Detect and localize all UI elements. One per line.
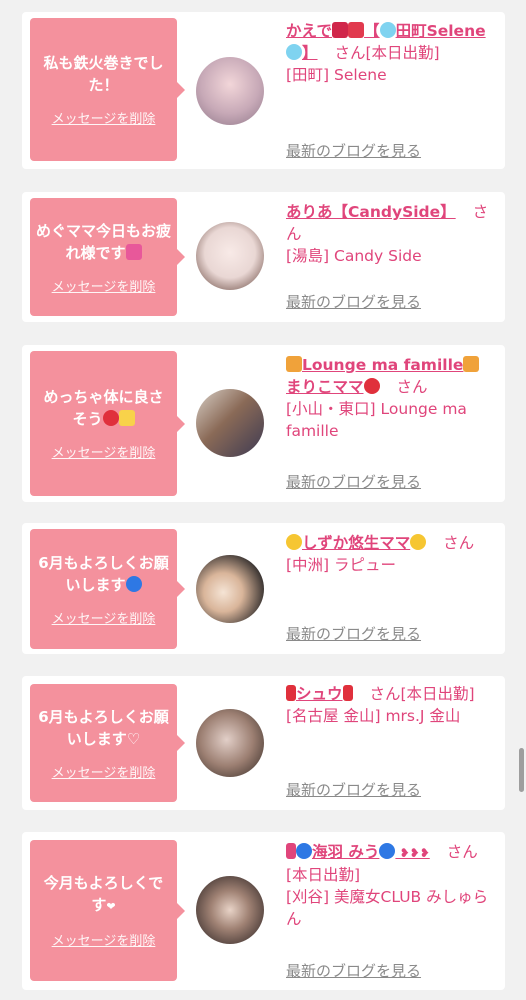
yellow-heart-icon <box>410 534 427 550</box>
blue-heart-icon <box>379 843 396 859</box>
profile-name-link[interactable]: Lounge ma famille まりこママ <box>286 356 480 396</box>
arrow-heart-icon <box>286 843 296 859</box>
blue-heart-icon <box>296 843 312 859</box>
san-label: さん <box>369 685 401 703</box>
latest-blog-link[interactable]: 最新のブログを見る <box>286 471 421 492</box>
red-heart-icon <box>363 378 380 394</box>
light-blue-heart-icon <box>379 22 396 38</box>
message-bubble: 私も鉄火巻きでした！ メッセージを削除 <box>30 18 185 161</box>
san-label: さん <box>443 534 475 552</box>
shop-name: [刈谷] 美魔女CLUB みしゅらん <box>286 888 489 928</box>
avatar[interactable] <box>196 555 264 623</box>
latest-blog-link[interactable]: 最新のブログを見る <box>286 291 421 312</box>
profile-name-link[interactable]: 海羽 みう ❥❥❥ <box>286 843 430 861</box>
message-text: 今月もよろしくです❤ <box>43 874 164 914</box>
message-card: めぐママ今日もお疲れ様です メッセージを削除 ありあ【CandySide】 さん… <box>22 192 505 322</box>
lipstick-icon <box>332 22 349 38</box>
profile-info: 海羽 みう ❥❥❥ さん [本日出勤] [刈谷] 美魔女CLUB みしゅらん <box>286 841 496 930</box>
san-label: さん <box>396 378 428 396</box>
status-text: [本日出勤] <box>365 44 440 62</box>
message-card: 私も鉄火巻きでした！ メッセージを削除 かえで【田町Selene】 さん[本日出… <box>22 12 505 169</box>
latest-blog-link[interactable]: 最新のブログを見る <box>286 623 421 644</box>
heart-with-ribbon-icon <box>125 243 142 260</box>
shop-name: [中洲] ラピュー <box>286 556 397 574</box>
latest-blog-link[interactable]: 最新のブログを見る <box>286 779 421 800</box>
light-blue-heart-icon <box>286 44 302 60</box>
exclamation-heart-icon <box>286 685 296 701</box>
status-text: [本日出勤] <box>400 685 475 703</box>
avatar[interactable] <box>196 876 264 944</box>
delete-message-link[interactable]: メッセージを削除 <box>52 442 156 461</box>
avatar[interactable] <box>196 709 264 777</box>
delete-message-link[interactable]: メッセージを削除 <box>52 276 156 295</box>
delete-message-link[interactable]: メッセージを削除 <box>52 930 156 949</box>
message-text: 6月もよろしくお願いします <box>38 553 169 594</box>
message-text: 私も鉄火巻きでした！ <box>43 54 164 94</box>
san-label: さん <box>334 44 366 62</box>
delete-message-link[interactable]: メッセージを削除 <box>52 762 156 781</box>
heart-symbol: ❤ <box>106 900 116 913</box>
message-bubble: 今月もよろしくです❤ メッセージを削除 <box>30 840 185 981</box>
message-text: めぐママ今日もお疲れ様です <box>35 221 171 262</box>
blue-heart-icon <box>125 575 142 592</box>
status-text: [本日出勤] <box>286 866 361 884</box>
message-card: 6月もよろしくお願いします♡ メッセージを削除 シュウ さん[本日出勤] [名古… <box>22 676 505 810</box>
profile-name-link[interactable]: シュウ <box>286 685 353 703</box>
avatar[interactable] <box>196 57 264 125</box>
message-card: 6月もよろしくお願いします メッセージを削除 しずか悠生ママ さん [中洲] ラ… <box>22 523 505 654</box>
delete-message-link[interactable]: メッセージを削除 <box>52 108 156 127</box>
profile-name-link[interactable]: ありあ【CandySide】 <box>286 203 456 221</box>
san-label: さん <box>446 843 478 861</box>
message-bubble: めっちゃ体に良さそう メッセージを削除 <box>30 351 185 496</box>
scrollbar[interactable] <box>519 748 524 792</box>
message-bubble: 6月もよろしくお願いします♡ メッセージを削除 <box>30 684 185 802</box>
profile-info: かえで【田町Selene】 さん[本日出勤] [田町] Selene <box>286 20 496 86</box>
profile-name-link[interactable]: しずか悠生ママ <box>286 534 427 552</box>
message-card: めっちゃ体に良さそう メッセージを削除 Lounge ma famille まりこ… <box>22 345 505 502</box>
message-bubble: 6月もよろしくお願いします メッセージを削除 <box>30 529 185 649</box>
yellow-heart-icon <box>286 534 302 550</box>
profile-info: シュウ さん[本日出勤] [名古屋 金山] mrs.J 金山 <box>286 683 496 727</box>
kiss-mark-icon <box>348 22 365 38</box>
shop-name: [名古屋 金山] mrs.J 金山 <box>286 707 461 725</box>
latest-blog-link[interactable]: 最新のブログを見る <box>286 960 421 981</box>
exclamation-heart-icon <box>342 685 353 701</box>
profile-info: ありあ【CandySide】 さん [湯島] Candy Side <box>286 201 496 267</box>
profile-info: しずか悠生ママ さん [中洲] ラピュー <box>286 532 496 576</box>
delete-message-link[interactable]: メッセージを削除 <box>52 608 156 627</box>
avatar[interactable] <box>196 389 264 457</box>
message-card: 今月もよろしくです❤ メッセージを削除 海羽 みう ❥❥❥ さん [本日出勤] [… <box>22 832 505 990</box>
message-text: 6月もよろしくお願いします♡ <box>38 707 169 748</box>
message-bubble: めぐママ今日もお疲れ様です メッセージを削除 <box>30 198 185 316</box>
bouquet-icon <box>286 356 302 372</box>
shop-name: [小山・東口] Lounge ma famille <box>286 400 467 440</box>
shop-name: [湯島] Candy Side <box>286 247 422 265</box>
latest-blog-link[interactable]: 最新のブログを見る <box>286 140 421 161</box>
profile-info: Lounge ma famille まりこママ さん [小山・東口] Lounge… <box>286 354 496 442</box>
message-text: めっちゃ体に良さそう <box>43 388 164 428</box>
shop-name: [田町] Selene <box>286 66 387 84</box>
sparkles-icon <box>118 410 135 426</box>
arrow-hearts-icon: ❥❥❥ <box>395 846 430 860</box>
red-heart-icon <box>102 410 119 426</box>
avatar[interactable] <box>196 222 264 290</box>
bouquet-icon <box>463 356 480 372</box>
